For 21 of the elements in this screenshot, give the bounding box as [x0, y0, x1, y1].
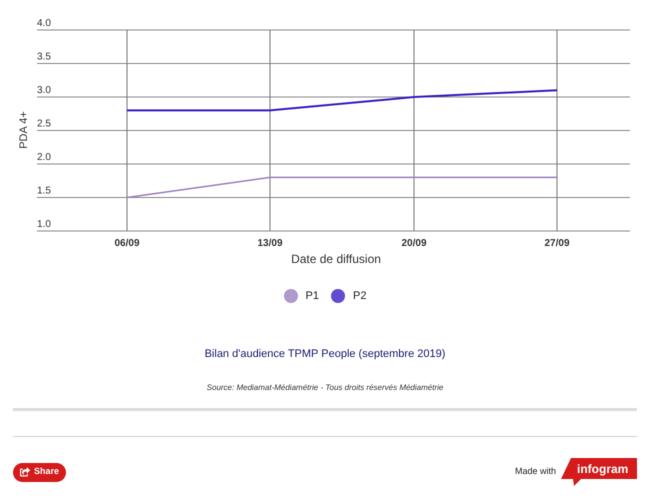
x-tick-label: 27/09 — [544, 238, 570, 249]
x-tick-label: 20/09 — [401, 238, 427, 249]
legend-label: P2 — [353, 289, 366, 304]
y-axis-title: PDA 4+ — [18, 111, 30, 149]
chart-title: Bilan d'audience TPMP People (septembre 2019) — [204, 346, 446, 362]
y-tick-label: 2.5 — [37, 118, 51, 130]
share-button[interactable]: Share — [13, 462, 66, 482]
y-tick-label: 1.0 — [37, 219, 51, 230]
x-axis-title: Date de diffusion — [291, 252, 381, 266]
y-tick-label: 4.0 — [37, 18, 51, 29]
y-tick-label: 3.5 — [37, 52, 51, 62]
x-tick-label: 13/09 — [257, 238, 283, 249]
source-note: Source: Mediamat-Médiamétrie - Tous droits réservés Médiamétrie — [206, 382, 444, 394]
y-tick-label: 2.0 — [37, 152, 51, 163]
infogram-logo: infogram — [561, 458, 637, 486]
share-icon — [20, 467, 30, 477]
x-tick-label: 06/09 — [114, 238, 140, 249]
y-tick-label: 1.5 — [37, 186, 51, 196]
legend-label: P1 — [306, 289, 319, 304]
made-with-text: Made with — [514, 465, 556, 478]
y-tick-label: 3.0 — [37, 85, 51, 96]
